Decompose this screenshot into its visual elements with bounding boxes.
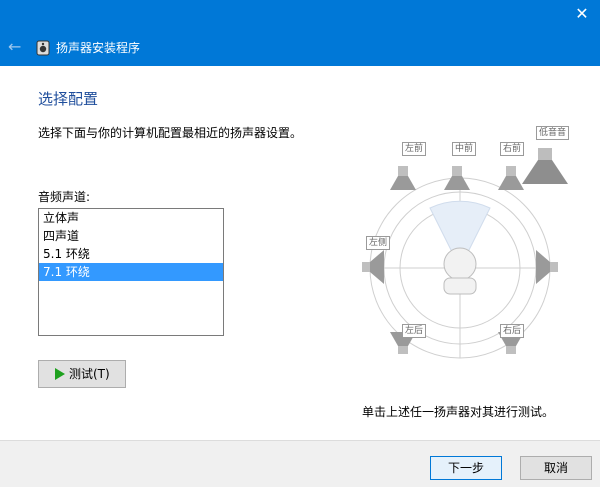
cancel-button[interactable]: 取消 — [520, 456, 592, 480]
play-icon — [55, 368, 65, 380]
close-icon[interactable]: ✕ — [572, 4, 592, 24]
header-bar: ← 扬声器安装程序 — [0, 30, 600, 66]
rear-right-label: 右后 — [500, 324, 525, 338]
subwoofer-speaker-icon[interactable] — [522, 148, 568, 184]
subwoofer-label: 低音音 — [536, 126, 570, 140]
speaker-layout: 左前 中前 右前 低音音 左侧 左后 右后 — [360, 118, 590, 370]
wizard-footer: 下一步 取消 — [0, 440, 600, 487]
test-button[interactable]: 测试(T) — [38, 360, 126, 388]
test-hint: 单击上述任一扬声器对其进行测试。 — [362, 405, 555, 419]
test-button-label: 测试(T) — [69, 367, 110, 381]
side-left-label: 左侧 — [366, 236, 391, 250]
audio-channels-label: 音频声道: — [38, 190, 91, 204]
page-description: 选择下面与你的计算机配置最相近的扬声器设置。 — [38, 126, 303, 140]
front-right-speaker-icon[interactable] — [498, 166, 524, 190]
channel-option-5-1[interactable]: 5.1 环绕 — [39, 245, 223, 263]
front-right-label: 右前 — [500, 142, 525, 156]
rear-left-label: 左后 — [402, 324, 427, 338]
side-left-speaker-icon[interactable] — [362, 250, 384, 284]
next-button[interactable]: 下一步 — [430, 456, 502, 480]
page-heading: 选择配置 — [38, 90, 99, 108]
audio-channels-list[interactable]: 立体声 四声道 5.1 环绕 7.1 环绕 — [38, 208, 224, 336]
wizard-content: 选择配置 选择下面与你的计算机配置最相近的扬声器设置。 音频声道: 立体声 四声… — [0, 66, 600, 487]
channel-option-stereo[interactable]: 立体声 — [39, 209, 223, 227]
app-title: 扬声器安装程序 — [56, 41, 141, 55]
center-label: 中前 — [452, 142, 477, 156]
front-left-label: 左前 — [402, 142, 427, 156]
speaker-app-icon — [36, 40, 50, 56]
side-right-speaker-icon[interactable] — [536, 250, 558, 284]
channel-option-quad[interactable]: 四声道 — [39, 227, 223, 245]
channel-option-7-1[interactable]: 7.1 环绕 — [39, 263, 223, 281]
back-arrow-icon[interactable]: ← — [8, 38, 26, 56]
front-left-speaker-icon[interactable] — [390, 166, 416, 190]
window-titlebar: ✕ — [0, 0, 600, 30]
